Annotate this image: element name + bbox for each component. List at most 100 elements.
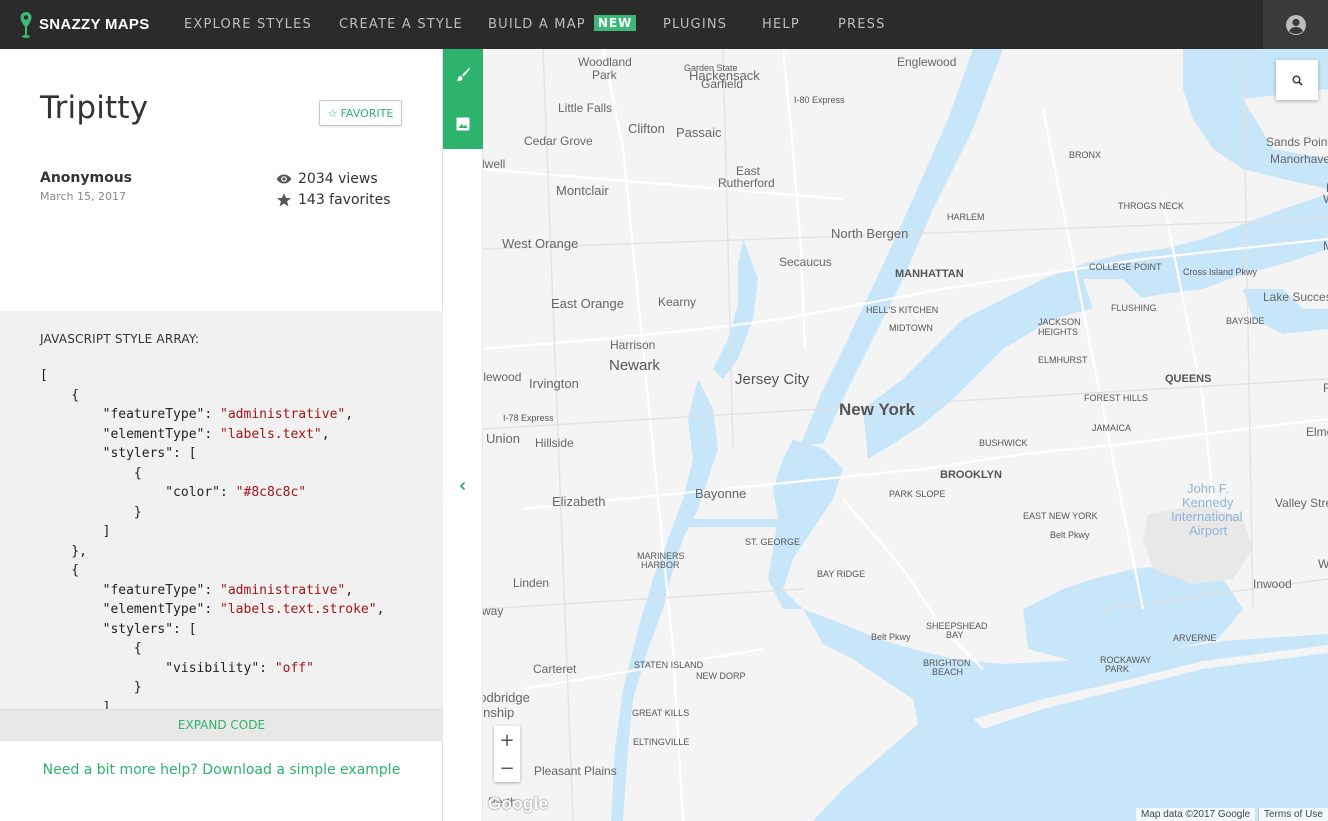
views-stat: 2034 views [276,171,378,187]
snazzy-maps-logo[interactable]: SNAZZY MAPS [20,0,150,49]
nav-press[interactable]: PRESS [838,0,886,49]
map-place-label: MIDTOWN [889,323,933,333]
zoom-controls: + − [494,726,520,782]
map-place-label: BUSHWICK [979,438,1028,448]
top-navigation-bar: SNAZZY MAPS EXPLORE STYLES CREATE A STYL… [0,0,1328,49]
map-place-label: Rahway [483,604,504,618]
nav-label: PRESS [838,17,886,32]
map-place-label: FLUSHING [1111,303,1157,313]
map-place-label: Carteret [533,662,577,676]
collapse-panel-button[interactable] [453,476,473,496]
map-place-label: Clifton [628,121,665,136]
favorites-count: 143 favorites [298,192,391,208]
nav-label: BUILD A MAP [488,17,586,32]
map-place-label: Harrison [610,338,656,352]
nav-plugins[interactable]: PLUGINS [663,0,727,49]
star-outline-icon: ☆ [327,106,338,120]
google-logo: Google [488,794,549,813]
map-place-label: ELMHURST [1038,355,1088,365]
account-button[interactable] [1263,0,1328,49]
style-code-block: JAVASCRIPT STYLE ARRAY: [ { "featureType… [0,311,443,709]
map-place-label: Hillside [535,436,574,450]
map-place-label: Cross Island Pkwy [1183,267,1258,277]
code-line: "visibility": "off" [40,660,314,676]
chevron-left-icon [459,481,466,491]
zoom-in-button[interactable]: + [494,726,520,754]
map-place-label: Floral P [1323,381,1328,395]
star-icon [277,193,291,207]
views-count: 2034 views [298,171,378,187]
nav-label: PLUGINS [663,17,728,32]
map-place-label: PARK SLOPE [889,489,946,499]
map-place-label: Passaic [676,125,722,140]
map-place-label: QUEENS [1165,373,1212,385]
map-place-label: Woodland [578,55,632,69]
code-line: "featureType": "administrative", [40,582,354,598]
image-tool[interactable] [443,99,483,149]
new-badge: NEW [593,15,637,31]
map-place-label: John F. [1187,481,1229,496]
map-place-label: Garfield [701,77,744,91]
map-place-label: THROGS NECK [1118,201,1185,211]
code-line: { [40,465,142,481]
zoom-out-button[interactable]: − [494,754,520,782]
code-line: }, [40,543,87,559]
map-place-label: Rutherford [718,176,775,190]
map-place-label: Caldwell [483,157,506,171]
favorites-stat: 143 favorites [276,192,391,208]
nav-create-a-style[interactable]: CREATE A STYLE [339,0,463,49]
nav-help[interactable]: HELP [762,0,800,49]
map-pin-icon [20,11,32,38]
map-place-label: BROOKLYN [940,469,1002,481]
favorite-button[interactable]: ☆ FAVORITE [319,100,402,126]
map-place-label: Cedar Grove [524,134,593,148]
map-place-label: NEW DORP [696,671,746,681]
map-place-label: I-78 Express [503,413,554,423]
code-line: "stylers": [ [40,621,197,637]
expand-code-button[interactable]: EXPAND CODE [0,709,443,741]
favorite-label: FAVORITE [340,106,394,120]
map-place-label: Newark [609,357,660,374]
map-place-label: BAY [946,630,964,640]
nav-label: HELP [762,17,800,32]
publish-date: March 15, 2017 [40,190,127,203]
map-place-label: HELL'S KITCHEN [866,305,939,315]
map-place-label: Township [483,705,515,720]
map-place-label: Valley Stre [1275,496,1328,510]
download-example-link[interactable]: Need a bit more help? Download a simple … [0,762,443,778]
map-place-label: I-80 Express [794,95,845,105]
author-name: Anonymous [40,170,133,186]
map-place-label: New York [839,400,915,419]
map-preview[interactable]: Woodland Park Garden State Hackensack Englew… [483,49,1328,821]
map-place-label: Inwood [1253,577,1292,591]
map-place-label: HEIGHTS [1038,327,1079,337]
edit-style-tool[interactable] [443,49,483,99]
nav-build-a-map[interactable]: BUILD A MAP NEW [488,0,637,49]
map-place-label: Secaucus [779,255,832,269]
map-place-label: BAYSIDE [1226,316,1265,326]
map-place-label: Washi [1323,192,1328,206]
map-place-label: Sands Point [1266,135,1328,149]
user-circle-icon [1285,14,1306,35]
map-place-label: Elmont [1306,425,1328,439]
map-place-label: Linden [513,576,550,590]
map-place-label: HARBOR [641,560,680,570]
map-place-label: FOREST HILLS [1084,393,1148,403]
map-search-button[interactable] [1276,60,1318,100]
code-line: } [40,680,142,695]
map-place-label: Woodbridge [483,690,530,705]
map-place-label: JACKSON [1038,317,1081,327]
code-label: JAVASCRIPT STYLE ARRAY: [40,332,200,346]
map-place-label: Montclair [556,183,609,198]
code-line: { [40,563,80,578]
map-place-label: Manorhaven [1270,152,1328,166]
code-content: [ { "featureType": "administrative", "el… [40,366,384,709]
nav-label: CREATE A STYLE [339,17,463,32]
nav-label: EXPLORE STYLES [184,17,312,32]
map-place-label: BRONX [1069,150,1102,160]
map-place-label: Kennedy [1182,495,1234,510]
style-details-panel: Tripitty ☆ FAVORITE Anonymous March 15, … [0,49,443,821]
nav-explore-styles[interactable]: EXPLORE STYLES [184,0,312,49]
terms-of-use-link[interactable]: Terms of Use [1258,808,1328,821]
map-place-label: Lake Success [1263,290,1328,304]
